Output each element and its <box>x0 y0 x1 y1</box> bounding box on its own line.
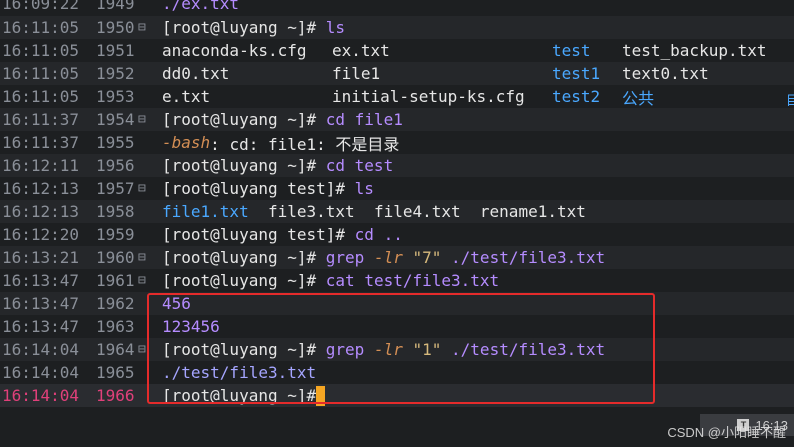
timestamp: 16:11:37 <box>2 110 80 129</box>
line-number: 1963 <box>96 317 135 336</box>
command: cd test <box>325 156 394 175</box>
listing-dir: 公共 <box>622 88 655 108</box>
command: grep <box>325 248 365 267</box>
terminal-line: 16:11:37 1955 -bash: cd: file1: 不是目录 <box>0 131 794 154</box>
terminal-line: 16:09:22 1949 ./ex.txt <box>0 0 794 15</box>
timestamp: 16:12:13 <box>2 179 80 198</box>
line-number: 1966 <box>96 386 135 405</box>
listing-item: dd0.txt <box>162 64 230 83</box>
fold-marker-icon[interactable]: ⊟ <box>138 250 162 265</box>
shell-prompt: [root@luyang ~]# <box>162 110 317 129</box>
line-number: 1957 <box>96 179 135 198</box>
timestamp: 16:12:11 <box>2 156 80 175</box>
line-number: 1959 <box>96 225 135 244</box>
command-string: "7" <box>412 248 442 267</box>
fold-marker-icon[interactable]: ⊟ <box>138 181 162 196</box>
truncated-item: 目 <box>786 94 794 109</box>
timestamp: 16:14:04 <box>2 340 80 359</box>
fold-marker-icon[interactable]: ⊟ <box>138 273 162 288</box>
terminal-line: 16:11:37 1954 ⊟ [root@luyang ~]# cd file… <box>0 108 794 131</box>
timestamp: 16:11:05 <box>2 41 80 60</box>
command: cd .. <box>354 225 403 244</box>
line-number: 1956 <box>96 156 135 175</box>
terminal-line: 16:11:05 1950 ⊟ [root@luyang ~]# ls <box>0 16 794 39</box>
listing-item: rename1.txt <box>479 202 586 221</box>
line-number: 1952 <box>96 64 135 83</box>
line-number: 1962 <box>96 294 135 313</box>
terminal-window[interactable]: 16:09:22 1949 ./ex.txt 16:11:05 1950 ⊟ [… <box>0 0 794 447</box>
terminal-line: 16:11:05 1953 e.txt initial-setup-ks.cfg… <box>0 85 794 108</box>
listing-dir: test <box>552 41 591 60</box>
listing-item: file1 <box>332 64 381 83</box>
line-number: 1951 <box>96 41 135 60</box>
line-number: 1960 <box>96 248 135 267</box>
timestamp: 16:09:22 <box>2 0 80 13</box>
shell-prompt: [root@luyang ~]# <box>162 248 317 267</box>
terminal-line: 16:12:20 1959 [root@luyang test]# cd .. <box>0 223 794 246</box>
timestamp: 16:13:47 <box>2 317 80 336</box>
shell-prompt: [root@luyang test]# <box>162 179 346 198</box>
line-number: 1955 <box>96 133 135 152</box>
terminal-line: 16:12:11 1956 [root@luyang ~]# cd test <box>0 154 794 177</box>
timestamp: 16:13:21 <box>2 248 80 267</box>
annotation-highlight-box <box>147 293 655 404</box>
line-number: 1965 <box>96 363 135 382</box>
error-prefix: -bash <box>162 133 211 152</box>
command-path: ./test/file3.txt <box>451 248 606 267</box>
fold-marker-icon[interactable]: ⊟ <box>138 112 162 127</box>
timestamp: 16:14:04 <box>2 363 80 382</box>
terminal-line: 16:13:21 1960 ⊟ [root@luyang ~]# grep -l… <box>0 246 794 269</box>
listing-item: ex.txt <box>332 41 390 60</box>
line-number: 1949 <box>96 0 135 13</box>
command: cat <box>325 271 355 290</box>
shell-prompt: [root@luyang ~]# <box>162 18 317 37</box>
listing-item: file4.txt <box>373 202 461 221</box>
listing-item: anaconda-ks.cfg <box>162 41 307 60</box>
terminal-line: 16:12:13 1958 file1.txt file3.txt file4.… <box>0 200 794 223</box>
shell-prompt: [root@luyang ~]# <box>162 271 317 290</box>
timestamp: 16:14:04 <box>2 386 80 405</box>
timestamp: 16:13:47 <box>2 271 80 290</box>
line-number: 1954 <box>96 110 135 129</box>
listing-item: text0.txt <box>622 64 709 83</box>
timestamp: 16:12:13 <box>2 202 80 221</box>
terminal-line: 16:12:13 1957 ⊟ [root@luyang test]# ls <box>0 177 794 200</box>
command: ls <box>325 18 346 37</box>
timestamp: 16:11:37 <box>2 133 80 152</box>
line-number: 1958 <box>96 202 135 221</box>
listing-item: e.txt <box>162 87 211 106</box>
line-number: 1964 <box>96 340 135 359</box>
command-flag: -lr <box>373 248 403 267</box>
terminal-line: 16:11:05 1951 anaconda-ks.cfg ex.txt tes… <box>0 39 794 62</box>
fold-marker-icon[interactable]: ⊟ <box>138 20 162 35</box>
terminal-line: 16:13:47 1961 ⊟ [root@luyang ~]# cat tes… <box>0 269 794 292</box>
timestamp: 16:11:05 <box>2 18 80 37</box>
watermark: CSDN @小阳睡不醒 <box>667 425 786 440</box>
error-message: : cd: file1: 不是目录 <box>210 134 400 154</box>
timestamp: 16:11:05 <box>2 87 80 106</box>
listing-item: initial-setup-ks.cfg <box>332 87 525 106</box>
listing-item: file3.txt <box>267 202 355 221</box>
timestamp: 16:11:05 <box>2 64 80 83</box>
listing-item: test_backup.txt <box>622 41 767 60</box>
listing-item: file1.txt <box>162 202 249 221</box>
command-path: test/file3.txt <box>364 271 500 290</box>
command: ls <box>354 179 374 198</box>
listing-dir: test1 <box>552 64 601 83</box>
terminal-line: 16:11:05 1952 dd0.txt file1 test1 text0.… <box>0 62 794 85</box>
output-text: ./ex.txt <box>162 0 240 13</box>
line-number: 1950 <box>96 18 135 37</box>
shell-prompt: [root@luyang ~]# <box>162 156 317 175</box>
line-number: 1953 <box>96 87 135 106</box>
listing-dir: test2 <box>552 87 601 106</box>
shell-prompt: [root@luyang test]# <box>162 225 346 244</box>
timestamp: 16:12:20 <box>2 225 80 244</box>
timestamp: 16:13:47 <box>2 294 80 313</box>
command: cd file1 <box>325 110 403 129</box>
line-number: 1961 <box>96 271 135 290</box>
